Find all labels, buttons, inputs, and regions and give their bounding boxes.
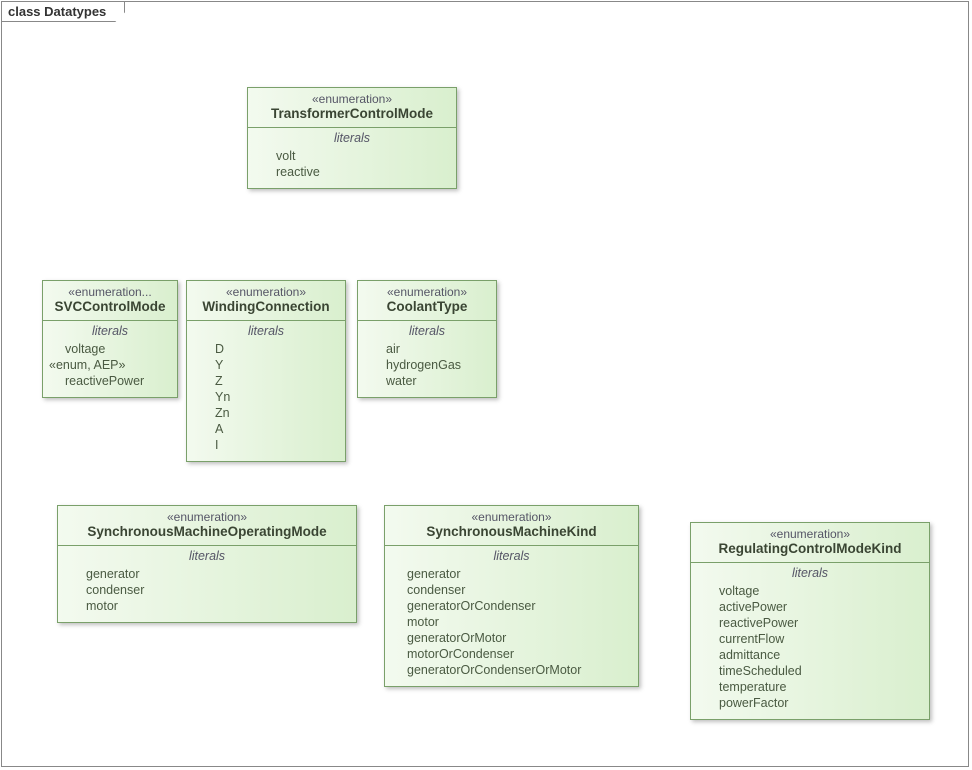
class-name: TransformerControlMode bbox=[254, 106, 450, 121]
stereotype-label: «enumeration» bbox=[254, 92, 450, 106]
class-regulating-control-mode-kind: «enumeration» RegulatingControlModeKind … bbox=[690, 522, 930, 720]
stereotype-label: «enumeration» bbox=[364, 285, 490, 299]
literal-item: reactive bbox=[276, 164, 448, 180]
compartment-body: air hydrogenGas water bbox=[358, 341, 496, 397]
compartment-body: voltage activePower reactivePower curren… bbox=[691, 583, 929, 719]
literal-item: condenser bbox=[86, 582, 348, 598]
frame-label: class Datatypes bbox=[2, 2, 125, 22]
literal-item: air bbox=[386, 341, 488, 357]
class-transformer-control-mode: «enumeration» TransformerControlMode lit… bbox=[247, 87, 457, 189]
literal-item: A bbox=[215, 421, 337, 437]
compartment-body: generator condenser generatorOrCondenser… bbox=[385, 566, 638, 686]
literal-item: volt bbox=[276, 148, 448, 164]
class-sync-machine-operating-mode: «enumeration» SynchronousMachineOperatin… bbox=[57, 505, 357, 623]
literal-item: Z bbox=[215, 373, 337, 389]
literal-item: generatorOrMotor bbox=[407, 630, 630, 646]
stereotype-label: «enumeration» bbox=[193, 285, 339, 299]
literal-item: motorOrCondenser bbox=[407, 646, 630, 662]
compartment-body: voltage «enum, AEP» reactivePower bbox=[43, 341, 177, 397]
compartment-body: generator condenser motor bbox=[58, 566, 356, 622]
literal-item: generatorOrCondenser bbox=[407, 598, 630, 614]
class-head: «enumeration» CoolantType bbox=[358, 281, 496, 321]
literal-item: reactivePower bbox=[65, 373, 169, 389]
literal-item: currentFlow bbox=[719, 631, 921, 647]
literal-item: Yn bbox=[215, 389, 337, 405]
literal-item: Zn bbox=[215, 405, 337, 421]
class-head: «enumeration... SVCControlMode bbox=[43, 281, 177, 321]
literal-item: temperature bbox=[719, 679, 921, 695]
literal-item: Y bbox=[215, 357, 337, 373]
literal-item: hydrogenGas bbox=[386, 357, 488, 373]
stereotype-label: «enumeration» bbox=[64, 510, 350, 524]
stereotype-label: «enumeration... bbox=[49, 285, 171, 299]
class-name: CoolantType bbox=[364, 299, 490, 314]
class-head: «enumeration» TransformerControlMode bbox=[248, 88, 456, 128]
literal-item: admittance bbox=[719, 647, 921, 663]
compartment-title: literals bbox=[358, 321, 496, 341]
literal-item: generator bbox=[407, 566, 630, 582]
literal-item: motor bbox=[86, 598, 348, 614]
class-name: SynchronousMachineOperatingMode bbox=[64, 524, 350, 539]
literal-item: generator bbox=[86, 566, 348, 582]
compartment-title: literals bbox=[248, 128, 456, 148]
literal-item: D bbox=[215, 341, 337, 357]
literal-item: reactivePower bbox=[719, 615, 921, 631]
compartment-title: literals bbox=[187, 321, 345, 341]
class-head: «enumeration» SynchronousMachineOperatin… bbox=[58, 506, 356, 546]
class-head: «enumeration» RegulatingControlModeKind bbox=[691, 523, 929, 563]
class-name: SynchronousMachineKind bbox=[391, 524, 632, 539]
stereotype-label: «enumeration» bbox=[391, 510, 632, 524]
class-name: WindingConnection bbox=[193, 299, 339, 314]
class-head: «enumeration» SynchronousMachineKind bbox=[385, 506, 638, 546]
literal-item: timeScheduled bbox=[719, 663, 921, 679]
literal-item: voltage bbox=[719, 583, 921, 599]
literal-item: I bbox=[215, 437, 337, 453]
class-coolant-type: «enumeration» CoolantType literals air h… bbox=[357, 280, 497, 398]
class-name: RegulatingControlModeKind bbox=[697, 541, 923, 556]
literal-item: powerFactor bbox=[719, 695, 921, 711]
class-winding-connection: «enumeration» WindingConnection literals… bbox=[186, 280, 346, 462]
compartment-title: literals bbox=[58, 546, 356, 566]
class-head: «enumeration» WindingConnection bbox=[187, 281, 345, 321]
literal-item: generatorOrCondenserOrMotor bbox=[407, 662, 630, 678]
literal-item: voltage bbox=[65, 341, 169, 357]
sub-stereotype: «enum, AEP» bbox=[49, 357, 169, 373]
literal-item: activePower bbox=[719, 599, 921, 615]
class-name: SVCControlMode bbox=[49, 299, 171, 314]
compartment-body: D Y Z Yn Zn A I bbox=[187, 341, 345, 461]
compartment-title: literals bbox=[385, 546, 638, 566]
compartment-body: volt reactive bbox=[248, 148, 456, 188]
literal-item: condenser bbox=[407, 582, 630, 598]
stereotype-label: «enumeration» bbox=[697, 527, 923, 541]
class-sync-machine-kind: «enumeration» SynchronousMachineKind lit… bbox=[384, 505, 639, 687]
compartment-title: literals bbox=[691, 563, 929, 583]
diagram-frame: class Datatypes «enumeration» Transforme… bbox=[1, 1, 969, 767]
compartment-title: literals bbox=[43, 321, 177, 341]
literal-item: water bbox=[386, 373, 488, 389]
literal-item: motor bbox=[407, 614, 630, 630]
class-svc-control-mode: «enumeration... SVCControlMode literals … bbox=[42, 280, 178, 398]
